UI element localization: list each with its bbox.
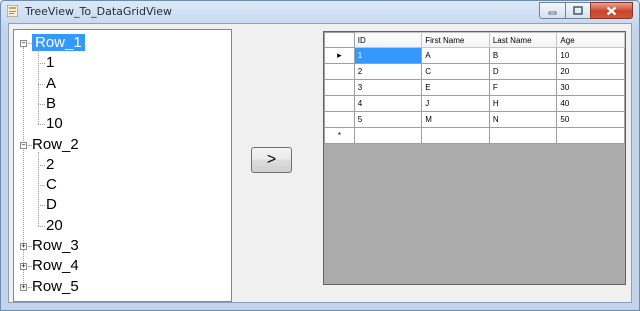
grid-cell[interactable] [556,127,625,144]
close-icon [606,6,617,15]
grid-cell[interactable]: 50 [556,111,625,128]
grid-header-row: ID First Name Last Name Age [324,32,625,48]
tree-connector [28,246,32,247]
grid-cell[interactable] [488,127,558,144]
data-grid-view[interactable]: ID First Name Last Name Age ▸ 1 A B 10 2 C D 20 3 E F 3… [323,31,626,285]
grid-cell[interactable]: 1 [353,47,423,64]
grid-cell[interactable]: 4 [353,95,423,112]
tree-node-row_3[interactable]: Row_3 [32,236,79,256]
minimize-button[interactable] [539,2,565,19]
grid-cell[interactable]: 5 [353,111,423,128]
tree-child-node[interactable]: 10 [46,114,63,134]
window-title: TreeView_To_DataGridView [25,5,173,18]
tree-connector [38,103,45,105]
expand-icon[interactable]: + [20,243,27,250]
table-row[interactable]: 4 J H 40 [324,95,625,112]
grid-cell[interactable]: 20 [556,63,625,80]
tree-connector [28,266,32,268]
tree-node-label: Row_5 [32,277,79,295]
tree-connector [38,151,39,226]
tree-connector [38,83,45,85]
tree-node-row_5[interactable]: Row_5 [32,277,79,297]
tree-connector [38,185,45,187]
tree-connector [28,43,32,44]
grid-cell[interactable]: 3 [353,79,423,96]
tree-child-node[interactable]: 20 [46,216,63,236]
tree-child-node[interactable]: 2 [46,155,54,175]
table-row[interactable]: 5 M N 50 [324,111,625,128]
tree-child-node[interactable]: B [46,94,56,114]
app-window: TreeView_To_DataGridView Row_1−1 A B 10 Row_… [0,0,640,311]
maximize-icon [573,6,583,15]
new-row-indicator-icon[interactable]: * [324,127,355,144]
new-row[interactable]: * [324,127,625,144]
collapse-icon[interactable]: − [20,40,27,47]
tree-node-label: Row_4 [32,257,79,275]
grid-cell[interactable]: M [421,111,490,128]
tree-node-row_1[interactable]: Row_1 [32,33,85,53]
grid-cell[interactable]: 10 [556,47,625,64]
column-header-age[interactable]: Age [556,32,625,48]
grid-cell[interactable]: E [421,79,490,96]
tree-node-label: Row_2 [32,135,79,153]
tree-node-row_4[interactable]: Row_4 [32,256,79,276]
row-header[interactable] [324,111,355,128]
tree-node-row_2[interactable]: Row_2 [32,135,79,155]
grid-table: ID First Name Last Name Age ▸ 1 A B 10 2 C D 20 3 E F 3… [324,32,625,144]
grid-cell[interactable] [421,127,490,144]
grid-cell[interactable]: A [421,47,490,64]
collapse-icon[interactable]: − [20,141,27,149]
tree-connector [38,50,39,125]
caption-buttons [539,2,633,19]
row-header[interactable] [324,95,355,112]
grid-cell[interactable]: H [488,95,558,112]
maximize-button[interactable] [565,2,590,19]
grid-cell[interactable]: N [488,111,558,128]
grid-cell[interactable]: 40 [556,95,625,112]
tree-child-node[interactable]: D [46,195,57,215]
row-header[interactable] [324,79,355,96]
table-row[interactable]: ▸ 1 A B 10 [324,47,625,64]
tree-connector [38,63,45,65]
grid-cell[interactable]: C [421,63,490,80]
row-header[interactable] [324,63,355,80]
transfer-button[interactable]: > [251,147,292,173]
minimize-icon [548,11,557,14]
tree-view[interactable]: Row_1−1 A B 10 Row_2−2 C D 20 Row_3 + Row_4 + Row_5 + [13,29,232,302]
column-header-id[interactable]: ID [353,32,423,48]
grid-cell[interactable]: B [488,47,558,64]
column-header-last-name[interactable]: Last Name [488,32,558,48]
tree-child-node[interactable]: A [46,74,56,94]
title-bar[interactable]: TreeView_To_DataGridView [1,1,639,22]
grid-cell[interactable]: 2 [353,63,423,80]
tree-node-label: Row_3 [32,237,79,254]
table-row[interactable]: 2 C D 20 [324,63,625,80]
form-client-area: Row_1−1 A B 10 Row_2−2 C D 20 Row_3 + Row_4 + Row_5 +… [8,23,632,303]
tree-connector [28,286,32,288]
tree-node-label: Row_1 [32,34,85,51]
grid-cell[interactable]: 30 [556,79,625,96]
tree-connector [38,205,45,207]
current-row-indicator-icon[interactable]: ▸ [324,47,355,64]
grid-cell[interactable] [353,127,423,144]
grid-cell[interactable]: F [488,79,558,96]
tree-connector [23,47,24,287]
expand-icon[interactable]: + [20,263,27,271]
expand-icon[interactable]: + [20,283,27,291]
grid-corner-header[interactable] [324,32,355,48]
table-row[interactable]: 3 E F 30 [324,79,625,96]
close-button[interactable] [590,2,633,19]
tree-connector [28,144,32,146]
tree-child-node[interactable]: 1 [46,53,54,73]
tree-child-node[interactable]: C [46,175,57,195]
tree-connector [38,164,45,166]
grid-cell[interactable]: J [421,95,490,112]
tree-connector [38,225,45,227]
grid-cell[interactable]: D [488,63,558,80]
app-icon [7,5,18,17]
column-header-first-name[interactable]: First Name [421,32,490,48]
tree-connector [38,124,45,126]
